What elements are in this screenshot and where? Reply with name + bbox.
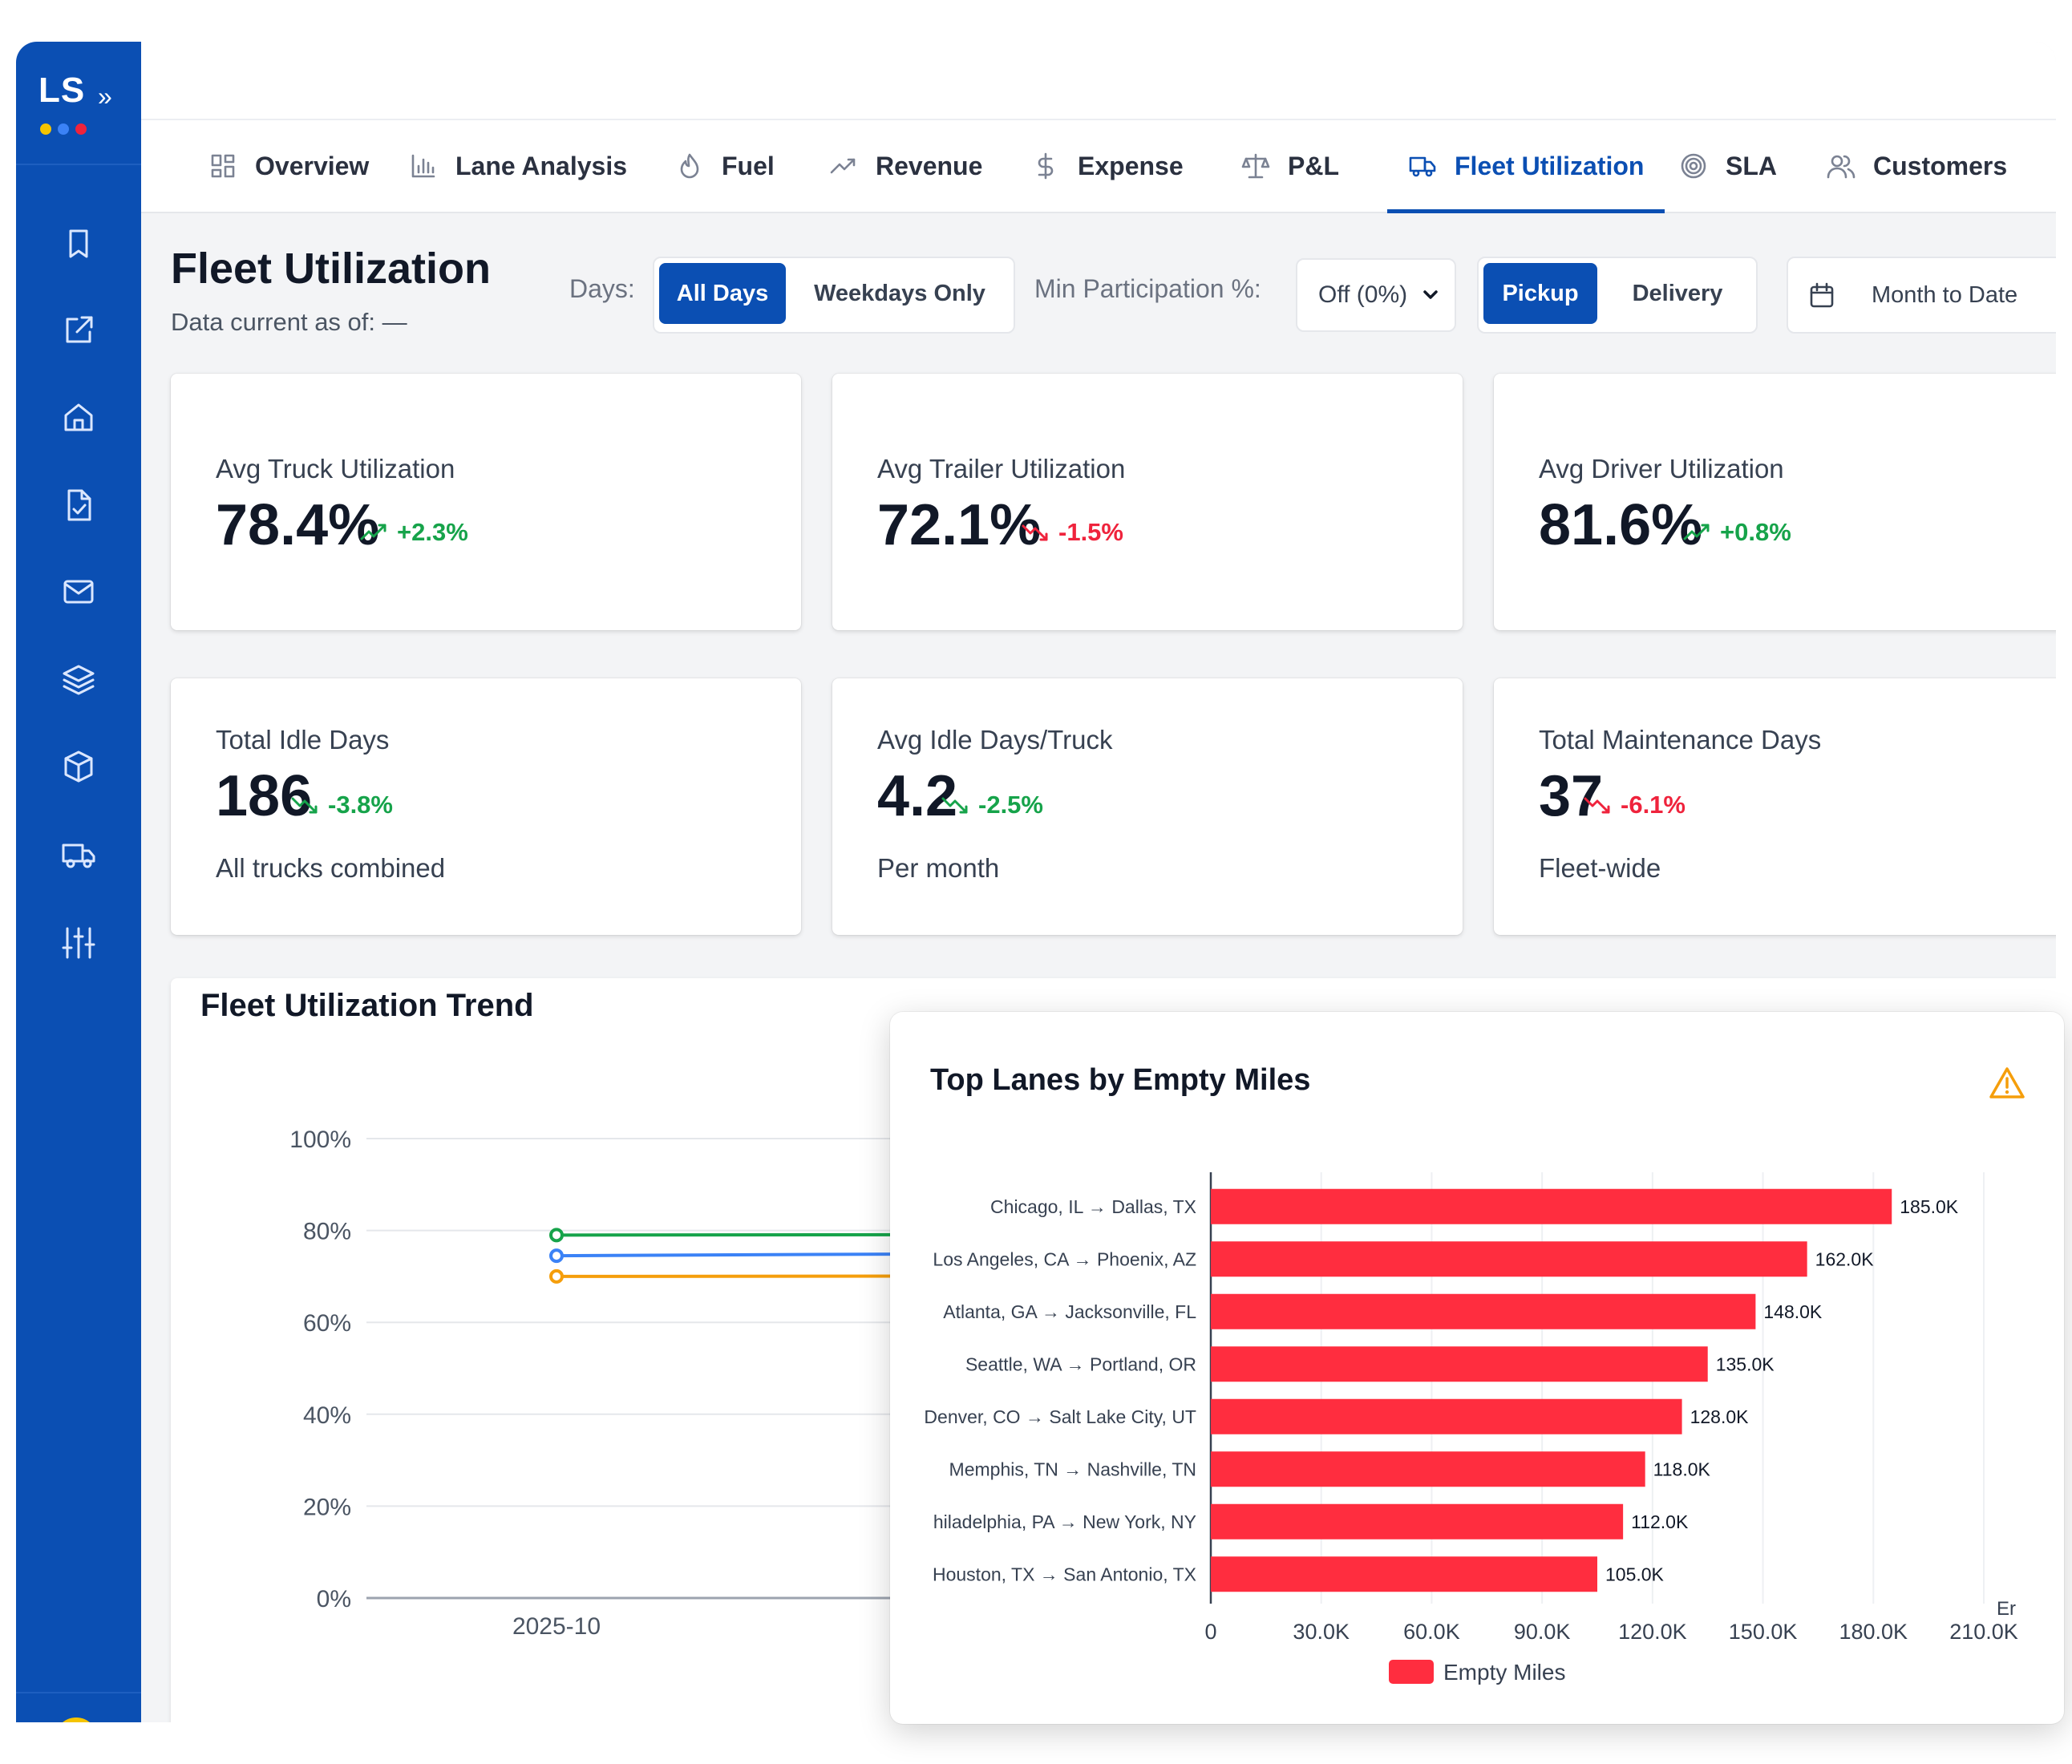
bar xyxy=(1211,1241,1807,1277)
bar xyxy=(1211,1346,1708,1382)
empty-miles-bar-chart: 0 30.0K 60.0K 90.0K 120.0K 150.0K 180.0K 210.0K… xyxy=(924,1172,2018,1685)
category-label: Houston, TX → San Antonio, TX xyxy=(933,1564,1196,1584)
x-tick-label: 150.0K xyxy=(1729,1620,1798,1644)
legend-label: Empty Miles xyxy=(1443,1660,1565,1685)
legend-swatch xyxy=(1389,1660,1434,1684)
series-point xyxy=(549,1268,564,1284)
x-tick-label: 60.0K xyxy=(1403,1620,1460,1644)
series-point xyxy=(549,1228,564,1243)
bar xyxy=(1211,1188,1892,1224)
data-label: 112.0K xyxy=(1631,1511,1689,1532)
y-tick-label: 20% xyxy=(303,1494,351,1520)
x-tick-label: 210.0K xyxy=(1949,1620,2018,1644)
data-label: 135.0K xyxy=(1716,1353,1775,1374)
bar xyxy=(1211,1503,1624,1539)
x-tick-label: 120.0K xyxy=(1618,1620,1687,1644)
x-tick-label: 2025-10 xyxy=(512,1613,601,1640)
x-tick-label: 90.0K xyxy=(1514,1620,1571,1644)
bar xyxy=(1211,1293,1756,1329)
data-label: 148.0K xyxy=(1763,1301,1823,1322)
category-label: Chicago, IL → Dallas, TX xyxy=(990,1196,1196,1217)
x-axis-label: Er xyxy=(1997,1598,2016,1620)
category-label: Atlanta, GA → Jacksonville, FL xyxy=(943,1301,1196,1322)
category-label: hiladelphia, PA → New York, NY xyxy=(933,1511,1196,1532)
data-label: 105.0K xyxy=(1605,1564,1665,1584)
bar xyxy=(1211,1556,1597,1592)
y-tick-label: 40% xyxy=(303,1402,351,1429)
data-label: 128.0K xyxy=(1690,1406,1750,1427)
category-label: Los Angeles, CA → Phoenix, AZ xyxy=(933,1248,1196,1269)
y-tick-label: 100% xyxy=(289,1127,351,1153)
category-label: Denver, CO → Salt Lake City, UT xyxy=(924,1406,1196,1427)
x-tick-label: 30.0K xyxy=(1293,1620,1350,1644)
x-tick-label: 0 xyxy=(1204,1620,1216,1644)
y-tick-label: 80% xyxy=(303,1219,351,1245)
y-tick-label: 0% xyxy=(317,1586,351,1612)
bar xyxy=(1211,1398,1682,1434)
data-label: 185.0K xyxy=(1900,1196,1959,1217)
data-label: 162.0K xyxy=(1815,1248,1875,1269)
category-label: Memphis, TN → Nashville, TN xyxy=(949,1459,1196,1479)
category-label: Seattle, WA → Portland, OR xyxy=(965,1353,1196,1374)
top-lanes-popup: Top Lanes by Empty Miles 0 30.0K 60.0K 90.0… xyxy=(890,1012,2064,1724)
data-label: 118.0K xyxy=(1653,1459,1711,1479)
y-tick-label: 60% xyxy=(303,1310,351,1337)
series-point xyxy=(549,1248,564,1264)
bar xyxy=(1211,1451,1645,1487)
x-tick-label: 180.0K xyxy=(1839,1620,1908,1644)
